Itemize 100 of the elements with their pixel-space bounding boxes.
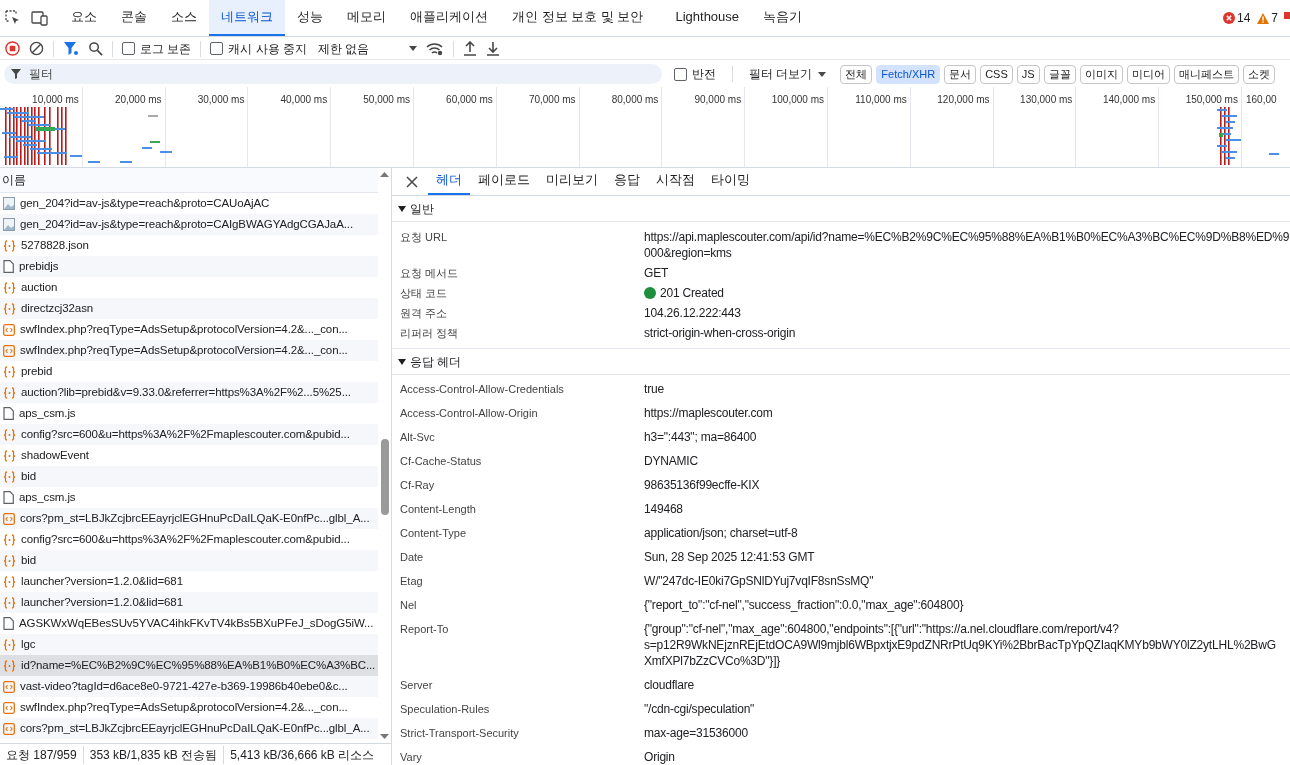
header-name: 리퍼러 정책 <box>399 326 460 341</box>
detail-tab[interactable]: 미리보기 <box>538 168 606 195</box>
timeline-tick: 100,000 ms <box>771 93 824 107</box>
filter-icon[interactable] <box>63 41 79 56</box>
warning-icon <box>1257 12 1270 24</box>
request-row[interactable]: config?src=600&u=https%3A%2F%2Fmaplescouter.com&pubid... <box>0 424 378 445</box>
braces-icon <box>3 638 16 651</box>
panel-tab[interactable]: 네트워크 <box>209 0 285 36</box>
request-row[interactable]: id?name=%EC%B2%9C%EC%95%88%EA%B1%B0%EC%A3%BC... <box>0 655 378 676</box>
filter-icon <box>11 69 21 79</box>
type-filter-chip[interactable]: 글꼴 <box>1043 64 1076 84</box>
checkbox[interactable] <box>122 42 135 55</box>
header-value: 149468 <box>644 501 683 517</box>
request-row[interactable]: auction?lib=prebid&v=9.33.0&referrer=https%3A%2F%2...5%25... <box>0 382 378 403</box>
braces-icon <box>3 575 16 588</box>
detail-tab[interactable]: 페이로드 <box>470 168 538 195</box>
close-icon[interactable] <box>406 175 418 188</box>
checkbox[interactable] <box>210 42 224 55</box>
timeline-tick: 90,000 ms <box>694 93 742 107</box>
document-icon <box>3 491 14 504</box>
inspect-element-icon[interactable] <box>5 10 21 26</box>
request-row[interactable]: cors?pm_st=LBJkZcjbrcEEayrjclEGHnuPcDaILQaK-E0nfPc...glbl_A... <box>0 718 378 739</box>
search-icon[interactable] <box>88 41 103 56</box>
throttling-dropdown[interactable]: 제한 없음 <box>318 39 418 58</box>
type-filter-chip[interactable]: 이미지 <box>1079 64 1123 84</box>
caret-icon <box>409 46 418 51</box>
device-toolbar-icon[interactable] <box>31 10 49 26</box>
header-value: Sun, 28 Sep 2025 12:41:53 GMT <box>644 549 815 565</box>
request-row[interactable]: bid <box>0 466 378 487</box>
panel-tab[interactable]: 성능 <box>285 0 335 36</box>
header-value: 104.26.12.222:443 <box>644 305 741 321</box>
panel-tab[interactable]: 메모리 <box>335 0 398 36</box>
header-name: Vary <box>399 750 423 765</box>
type-filter-chip[interactable]: JS <box>1016 64 1040 84</box>
scroll-up-icon[interactable] <box>380 172 389 177</box>
scrollbar-thumb[interactable] <box>380 439 389 515</box>
request-row[interactable]: prebidjs <box>0 256 378 277</box>
detail-tab[interactable]: 타이밍 <box>703 168 758 195</box>
timeline-tick: 50,000 ms <box>363 93 410 107</box>
panel-tab[interactable]: Lighthouse <box>663 0 752 36</box>
header-value: https://maplescouter.com <box>644 405 773 421</box>
code-file-icon <box>3 722 15 735</box>
request-row[interactable]: launcher?version=1.2.0&lid=681 <box>0 592 378 613</box>
type-filter-chip[interactable]: CSS <box>980 64 1013 84</box>
type-filter-chip[interactable]: 매니페스트 <box>1173 64 1239 84</box>
panel-tab[interactable]: 콘솔 <box>109 0 159 36</box>
header-name: 원격 주소 <box>399 306 449 321</box>
request-row[interactable]: directzcj32asn <box>0 298 378 319</box>
type-filter-chip[interactable]: Fetch/XHR <box>876 64 941 84</box>
detail-tab[interactable]: 응답 <box>606 168 648 195</box>
braces-icon <box>3 533 16 546</box>
type-filter-chip[interactable]: 문서 <box>944 64 977 84</box>
header-value: cloudflare <box>644 677 695 693</box>
detail-tab[interactable]: 시작점 <box>648 168 703 195</box>
braces-icon <box>3 659 16 672</box>
scroll-down-icon[interactable] <box>380 734 389 739</box>
header-name: Cf-Cache-Status <box>399 454 483 469</box>
timeline-tick: 10,000 ms <box>32 93 79 107</box>
request-row[interactable]: lgc <box>0 634 378 655</box>
header-value: 98635136f99ecffe-KIX <box>644 477 760 493</box>
column-header[interactable]: 이름 <box>2 171 26 189</box>
header-name: Server <box>399 678 434 693</box>
braces-icon <box>3 386 16 399</box>
timeline-tick: 70,000 ms <box>528 93 576 107</box>
header-value: true <box>644 381 664 397</box>
header-value: max-age=31536000 <box>644 725 748 741</box>
header-name: 요청 URL <box>399 230 449 245</box>
panel-tab[interactable]: 개인 정보 보호 및 보안 <box>500 0 656 36</box>
request-row[interactable]: swfIndex.php?reqType=AdsSetup&protocolVersion=4.2&..._con... <box>0 340 378 361</box>
wifi-settings-icon[interactable] <box>426 41 445 56</box>
panel-tab[interactable]: 소스 <box>159 0 209 36</box>
header-name: Nel <box>399 598 418 613</box>
error-icon <box>1222 12 1235 24</box>
checkbox[interactable] <box>674 67 687 81</box>
upload-icon[interactable] <box>463 41 478 56</box>
filter-field[interactable]: 필터 <box>4 64 662 84</box>
request-row[interactable]: vast-video?tagId=d6ace8e0-9721-427e-b369-19986b40ebe0&c... <box>0 676 378 697</box>
panel-tab[interactable]: 요소 <box>59 0 109 36</box>
request-row[interactable]: gen_204?id=av-js&type=reach&proto=CAIgBWAGYAdgCGAJaA... <box>0 214 378 235</box>
header-value: {"group":"cf-nel","max_age":604800,"endpoints":[{"url":"https://a.nel.cloudflare.com/report/v4? s=p12R9WkNEjznREjEtdOCA9Wl9mjbl6WBpxtjxE9pdZNRrPtUq9KYi%2BbrBacTpYpQZIaqKMYb9bWY0lZ2ytLHL%2BwG XmfXPl7bZzCVCo%3D"}]} <box>644 621 1276 669</box>
clear-icon[interactable] <box>29 41 44 56</box>
header-name: Report-To <box>399 622 450 637</box>
panel-tab[interactable]: 녹음기 <box>751 0 815 36</box>
header-value: W/"247dc-IE0ki7GpSNlDYuj7vqIF8snSsMQ" <box>644 573 874 589</box>
header-name: 상태 코드 <box>399 286 449 301</box>
code-file-icon <box>3 701 15 714</box>
download-icon[interactable] <box>486 41 501 56</box>
type-filter-chip[interactable]: 전체 <box>840 64 873 84</box>
panel-tab[interactable]: 애플리케이션 <box>398 0 500 36</box>
warning-count[interactable]: 7 <box>1271 9 1278 27</box>
code-file-icon <box>3 680 15 693</box>
request-row[interactable]: cors?pm_st=LBJkZcjbrcEEayrjclEGHnuPcDaILQaK-E0nfPc...glbl_A... <box>0 508 378 529</box>
type-filter-chip[interactable]: 미디어 <box>1126 64 1170 84</box>
header-value: Origin <box>644 749 675 765</box>
error-count[interactable]: 14 <box>1236 9 1251 27</box>
type-filter-chip[interactable]: 소켓 <box>1242 64 1275 84</box>
more-filters-dropdown[interactable]: 필터 더보기 <box>749 65 827 83</box>
record-stop-icon[interactable] <box>5 41 20 56</box>
document-icon <box>3 407 14 420</box>
request-row[interactable]: bid <box>0 550 378 571</box>
